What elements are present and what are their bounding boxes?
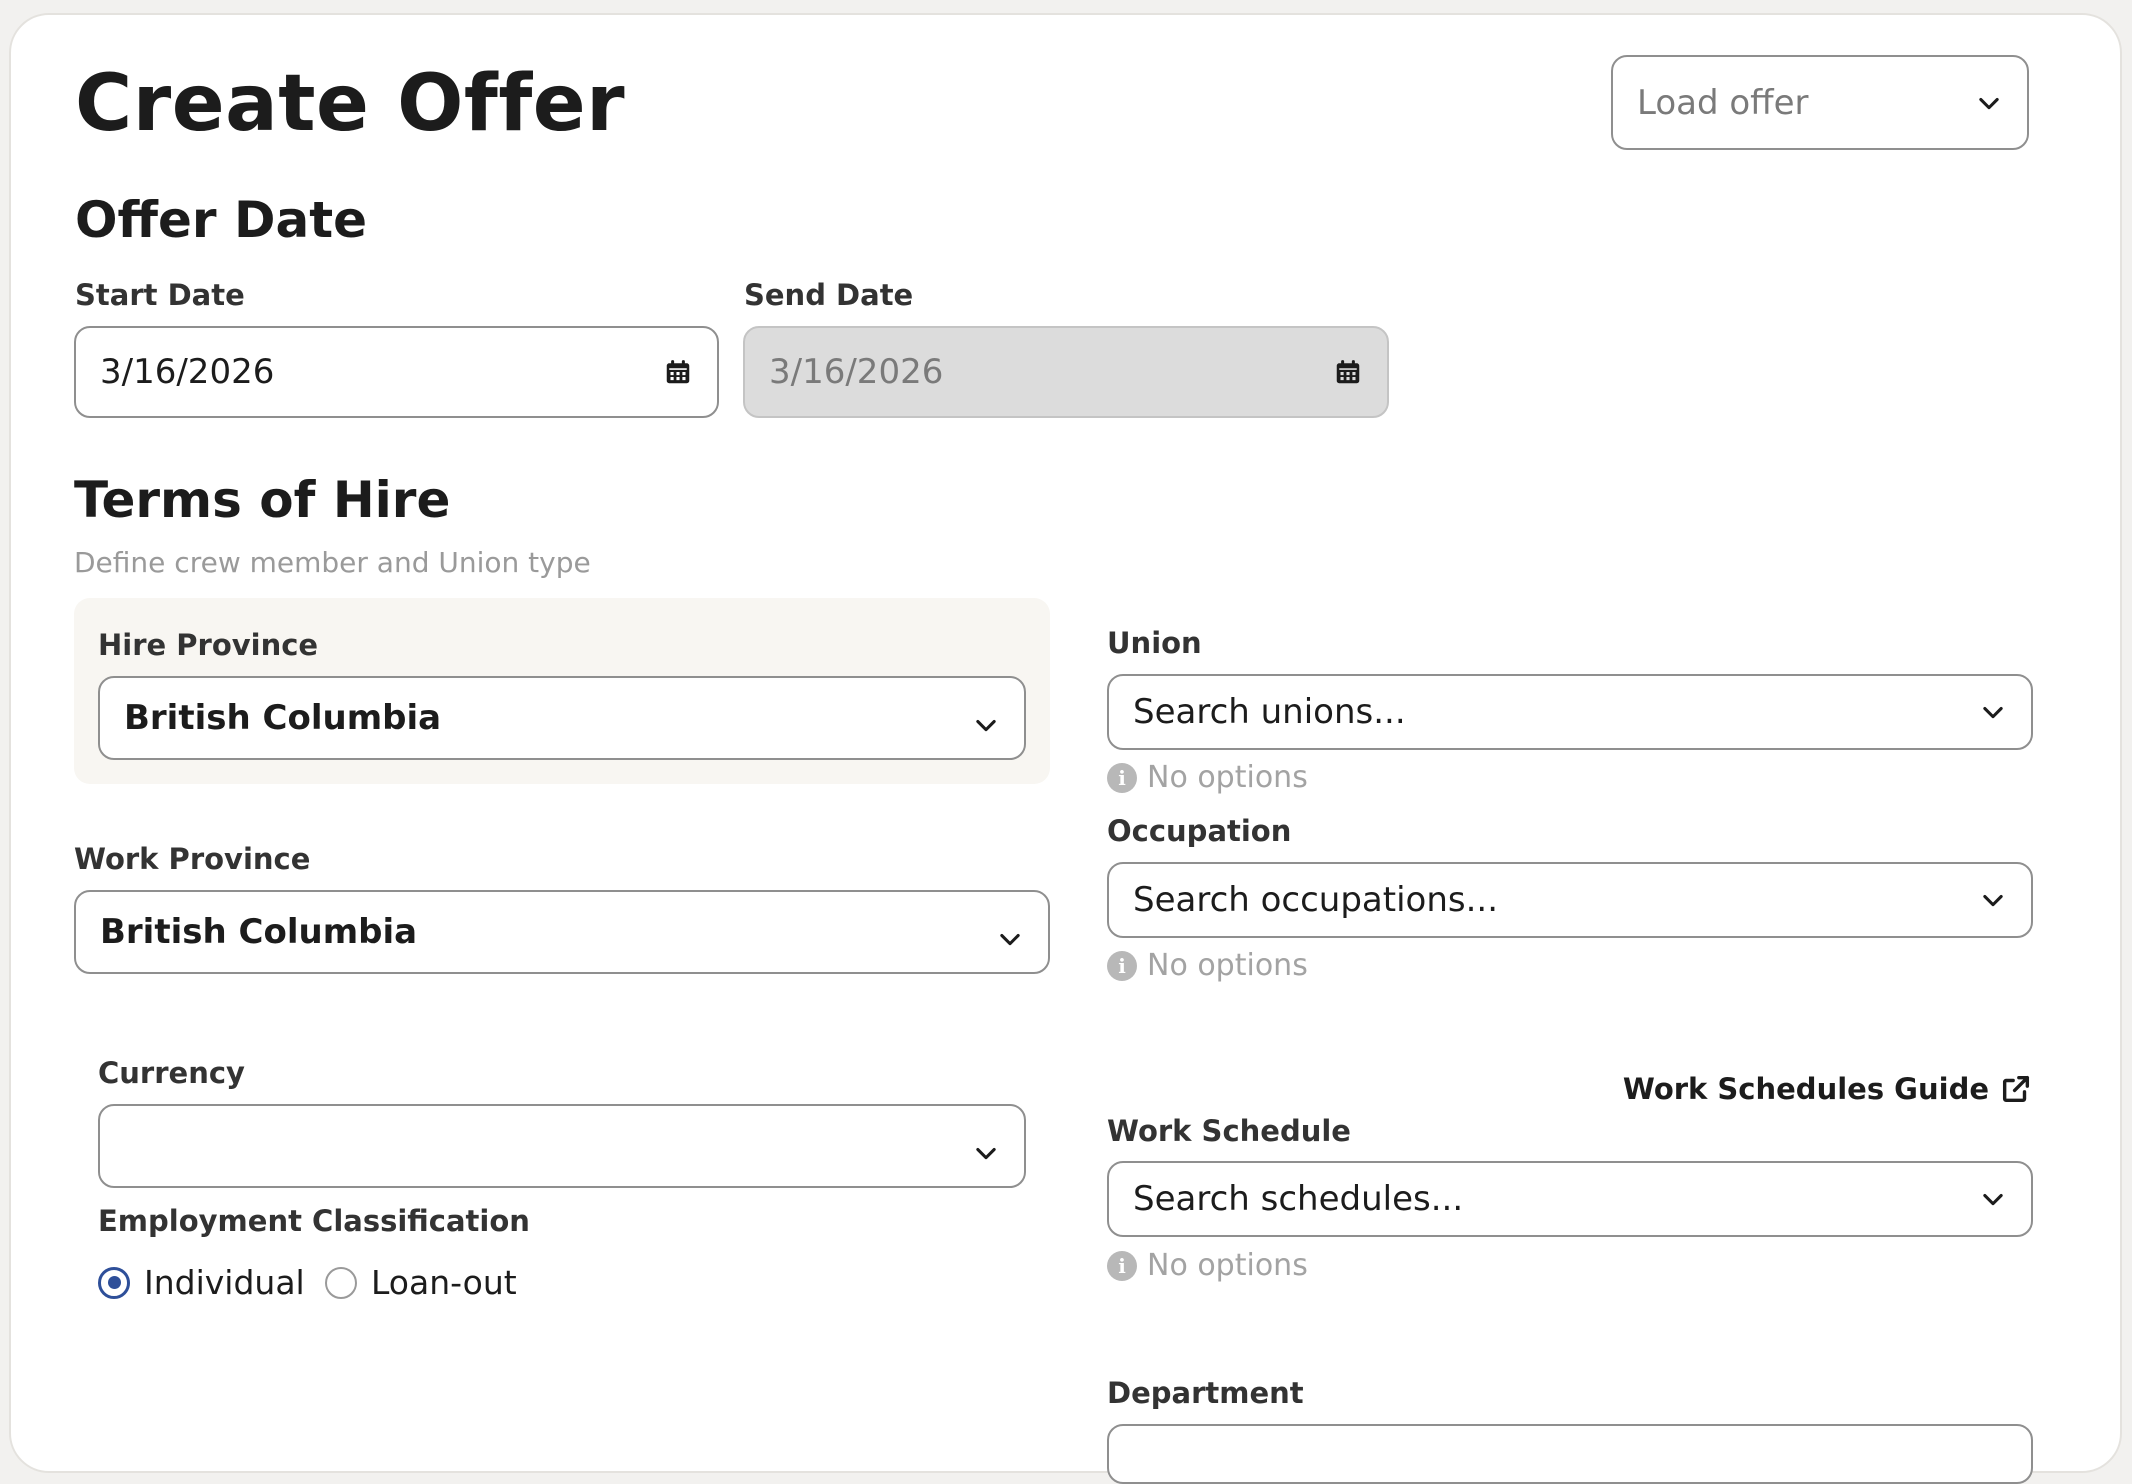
union-select[interactable]: Search unions...	[1107, 674, 2033, 750]
union-hint-text: No options	[1147, 760, 1308, 795]
start-date-value: 3/16/2026	[100, 352, 275, 392]
occupation-hint: i No options	[1107, 948, 1308, 983]
send-date-label: Send Date	[744, 278, 914, 312]
offer-date-heading: Offer Date	[75, 191, 368, 249]
load-offer-select[interactable]: Load offer	[1611, 55, 2029, 150]
chevron-down-icon	[1983, 894, 2003, 907]
send-date-input: 3/16/2026	[743, 326, 1389, 418]
employment-classification-label: Employment Classification	[98, 1204, 530, 1238]
occupation-hint-text: No options	[1147, 948, 1308, 983]
work-schedules-guide-text: Work Schedules Guide	[1622, 1072, 1989, 1106]
calendar-icon[interactable]	[663, 357, 693, 387]
union-label: Union	[1107, 626, 1202, 660]
hire-province-label: Hire Province	[98, 628, 319, 662]
union-hint: i No options	[1107, 760, 1308, 795]
radio-individual-label: Individual	[144, 1263, 305, 1302]
hire-province-value: British Columbia	[124, 698, 442, 738]
radio-loan-out-label: Loan-out	[371, 1263, 517, 1302]
info-icon: i	[1107, 1250, 1137, 1281]
chevron-down-icon	[1000, 933, 1020, 946]
radio-loan-out[interactable]: Loan-out	[325, 1263, 517, 1302]
info-icon: i	[1107, 762, 1137, 793]
chevron-down-icon	[1983, 706, 2003, 719]
terms-of-hire-heading: Terms of Hire	[74, 471, 451, 529]
occupation-label: Occupation	[1107, 814, 1292, 848]
external-link-icon	[2002, 1075, 2030, 1103]
work-schedule-hint-text: No options	[1147, 1248, 1308, 1283]
chevron-down-icon	[1983, 1193, 2003, 1206]
work-province-value: British Columbia	[100, 912, 418, 952]
work-schedule-placeholder: Search schedules...	[1133, 1179, 1464, 1219]
chevron-down-icon	[1979, 97, 1999, 109]
department-select[interactable]	[1107, 1424, 2033, 1484]
currency-label: Currency	[98, 1056, 245, 1090]
load-offer-placeholder: Load offer	[1637, 82, 1809, 123]
page-title: Create Offer	[75, 59, 626, 149]
work-schedule-hint: i No options	[1107, 1248, 1308, 1283]
start-date-input[interactable]: 3/16/2026	[74, 326, 719, 418]
occupation-placeholder: Search occupations...	[1133, 880, 1499, 920]
union-placeholder: Search unions...	[1133, 692, 1406, 732]
hire-province-select[interactable]: British Columbia	[98, 676, 1026, 760]
send-date-value: 3/16/2026	[769, 352, 944, 392]
radio-loan-out-control[interactable]	[325, 1266, 357, 1299]
radio-individual-control[interactable]	[98, 1266, 130, 1299]
start-date-label: Start Date	[75, 278, 245, 312]
occupation-select[interactable]: Search occupations...	[1107, 862, 2033, 938]
info-icon: i	[1107, 950, 1137, 981]
terms-of-hire-subtitle: Define crew member and Union type	[74, 546, 591, 579]
chevron-down-icon	[976, 719, 996, 732]
work-schedules-guide-link[interactable]: Work Schedules Guide	[1623, 1072, 2033, 1106]
calendar-icon	[1336, 360, 1360, 384]
work-schedule-guide-row: Work Schedules Guide	[1107, 1072, 2033, 1112]
chevron-down-icon	[976, 1147, 996, 1160]
currency-select[interactable]	[98, 1104, 1026, 1188]
work-schedule-select[interactable]: Search schedules...	[1107, 1161, 2033, 1237]
work-schedule-label: Work Schedule	[1107, 1114, 1351, 1148]
work-province-label: Work Province	[74, 842, 311, 876]
department-label: Department	[1107, 1376, 1304, 1410]
work-province-select[interactable]: British Columbia	[74, 890, 1050, 974]
radio-individual[interactable]: Individual	[98, 1263, 305, 1302]
